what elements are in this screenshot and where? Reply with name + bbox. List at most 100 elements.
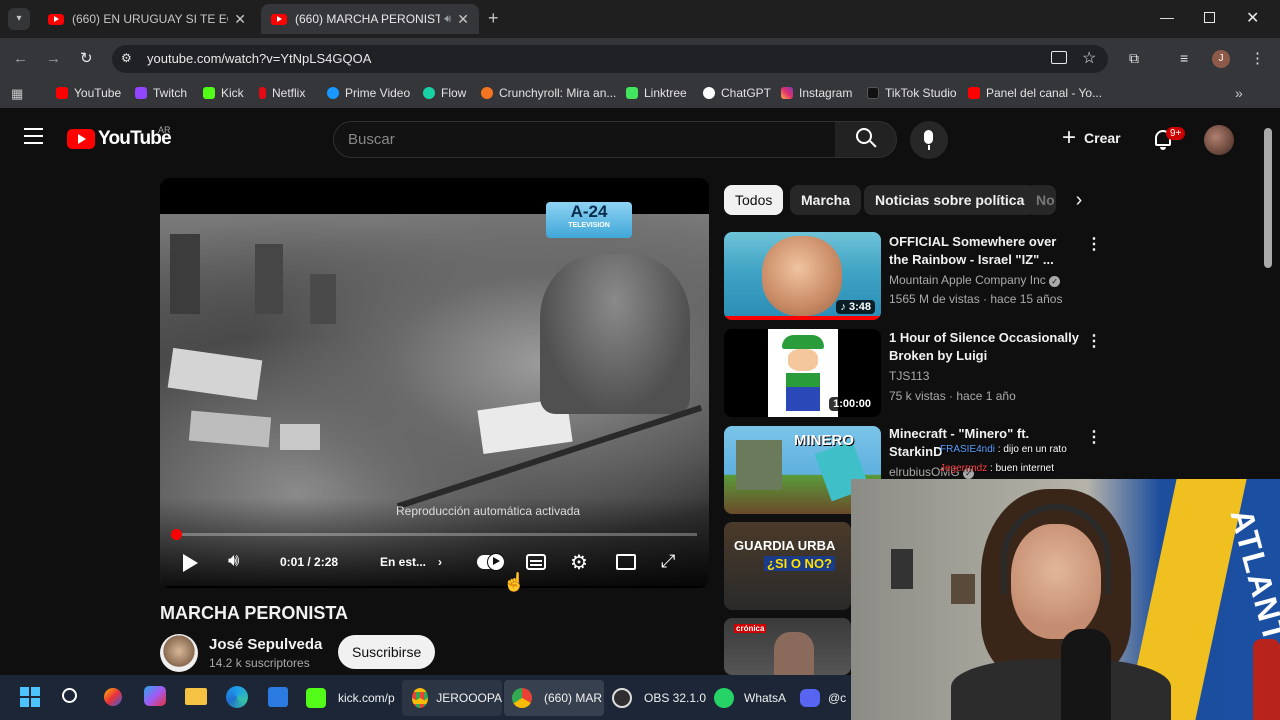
restore-icon[interactable] (1204, 12, 1215, 23)
thumb-figure (768, 329, 838, 417)
taskbar-obs[interactable]: OBS 32.1.0 (612, 686, 706, 710)
channel-avatar[interactable] (160, 634, 198, 672)
bookmark-prime-video[interactable]: Prime Video (327, 86, 410, 100)
bookmark-kick[interactable]: Kick (203, 86, 244, 100)
store-icon[interactable] (268, 687, 288, 707)
browser-tab-2[interactable]: (660) MARCHA PERONISTA 🔊︎ ✕ (261, 4, 479, 34)
search-input[interactable] (333, 121, 836, 158)
volume-icon[interactable]: 🔊︎ (228, 550, 239, 571)
fullscreen-icon[interactable]: ⤢ (661, 551, 675, 572)
chapter-button[interactable]: En est... › (380, 555, 442, 569)
mouse-cursor-icon: ☝ (503, 572, 526, 592)
bookmark-netflix[interactable]: Netflix (259, 86, 305, 100)
linktree-icon (626, 87, 638, 99)
thumb-figure (774, 632, 814, 675)
taskbar-search-icon[interactable] (62, 688, 77, 703)
url-text[interactable]: youtube.com/watch?v=YtNpLS4GQOA (147, 51, 371, 66)
chatgpt-icon (703, 87, 715, 99)
person-silhouette (540, 254, 690, 414)
close-tab-icon[interactable]: ✕ (457, 11, 469, 28)
extensions-icon[interactable]: ⧉ (1129, 50, 1139, 67)
subscribe-button[interactable]: Suscribirse (338, 635, 436, 669)
crowd-banner (167, 347, 263, 401)
crowd-banner (188, 410, 272, 448)
recommendation-title[interactable]: 1 Hour of Silence Occasionally Broken by… (889, 329, 1079, 365)
taskbar-chrome-2[interactable]: (660) MAR (504, 680, 604, 716)
create-button[interactable]: + Crear (1062, 126, 1121, 150)
bookmark-tiktok-studio[interactable]: TikTok Studio (867, 86, 957, 100)
chip-todos[interactable]: Todos (724, 185, 784, 215)
audio-playing-icon[interactable]: 🔊︎ (444, 13, 451, 26)
bookmark-star-icon[interactable]: ☆ (1082, 48, 1096, 68)
bookmark-panel-canal[interactable]: Panel del canal - Yo... (968, 86, 1102, 100)
edge-icon[interactable] (226, 686, 248, 708)
page-scrollbar[interactable] (1264, 128, 1272, 268)
bookmark-instagram[interactable]: Instagram (781, 86, 852, 100)
bookmark-youtube[interactable]: YouTube (56, 86, 121, 100)
video-player[interactable]: A-24 TELEVISION Reproducción automática … (160, 178, 709, 588)
chip-marcha[interactable]: Marcha (790, 185, 862, 215)
more-actions-icon[interactable]: ⋮ (1086, 234, 1102, 254)
close-tab-icon[interactable]: ✕ (234, 11, 246, 28)
apps-grid-icon[interactable]: ▦ (11, 86, 23, 102)
recommendation-title[interactable]: OFFICIAL Somewhere over the Rainbow - Is… (889, 233, 1079, 269)
create-label: Crear (1084, 130, 1121, 146)
microsoft365-icon[interactable] (144, 686, 166, 706)
progress-scrubber[interactable] (171, 529, 182, 540)
media-controls-icon[interactable]: ≡ (1180, 50, 1188, 66)
chips-next-icon[interactable]: › (1066, 186, 1092, 214)
recommendation-thumbnail[interactable]: crónica (724, 618, 851, 675)
microphone (1061, 629, 1111, 720)
bookmark-linktree[interactable]: Linktree (626, 86, 687, 100)
recommendation-channel[interactable]: Mountain Apple Company Inc ✓ (889, 273, 1061, 287)
site-info-icon[interactable]: ⚙ (121, 51, 132, 65)
file-explorer-icon[interactable] (185, 688, 207, 705)
bookmark-flow[interactable]: Flow (423, 86, 466, 100)
settings-gear-icon[interactable]: ⚙ (570, 550, 588, 575)
thumb-character (736, 440, 782, 490)
taskbar-discord[interactable]: @c (800, 686, 846, 710)
windows-start-icon[interactable] (20, 687, 40, 707)
install-app-icon[interactable] (1051, 51, 1067, 64)
chip-noticias[interactable]: Noticias sobre política (864, 185, 1036, 215)
recommendation-title[interactable]: Minecraft - "Minero" ft. StarkinD (889, 425, 1079, 461)
recommendation-thumbnail[interactable]: ♪ 3:48 (724, 232, 881, 320)
browser-menu-icon[interactable]: ⋮ (1250, 49, 1265, 67)
chip-more[interactable]: No (1026, 185, 1056, 215)
theater-mode-icon[interactable] (616, 554, 636, 570)
bookmark-chatgpt[interactable]: ChatGPT (703, 86, 771, 100)
twitch-icon (135, 87, 147, 99)
close-window-icon[interactable]: ✕ (1246, 8, 1259, 28)
youtube-logo[interactable]: YouTube (67, 128, 172, 150)
taskbar-kick[interactable]: kick.com/p (306, 686, 395, 710)
channel-name[interactable]: José Sepulveda (209, 636, 322, 653)
crowd-banner (280, 424, 320, 450)
bookmark-twitch[interactable]: Twitch (135, 86, 187, 100)
browser-tab-1[interactable]: (660) EN URUGUAY SI TE EQUIV ✕ (38, 4, 256, 34)
profile-avatar[interactable]: J (1212, 50, 1230, 68)
menu-icon[interactable] (24, 128, 43, 144)
recommendation-thumbnail[interactable]: GUARDIA URBA ¿SI O NO? (724, 522, 851, 610)
autoplay-toggle[interactable] (477, 553, 505, 571)
back-icon[interactable]: ← (13, 50, 28, 67)
more-actions-icon[interactable]: ⋮ (1086, 331, 1102, 351)
forward-icon[interactable]: → (46, 50, 61, 67)
new-tab-button[interactable]: + (488, 8, 499, 29)
recommendation-channel[interactable]: TJS113 (889, 369, 929, 383)
subtitles-icon[interactable] (526, 554, 546, 570)
whatsapp-icon (714, 688, 734, 708)
progress-track[interactable] (172, 533, 697, 536)
play-button[interactable] (183, 554, 198, 572)
taskbar-chrome-1[interactable]: JEROOOPA (402, 680, 502, 716)
more-bookmarks-icon[interactable]: » (1235, 85, 1243, 101)
account-avatar[interactable] (1204, 125, 1234, 155)
taskbar-whatsapp[interactable]: WhatsA (714, 686, 786, 710)
voice-search-button[interactable] (910, 121, 948, 159)
bookmark-crunchyroll[interactable]: Crunchyroll: Mira an... (481, 86, 616, 100)
minimize-icon[interactable]: — (1160, 9, 1174, 25)
copilot-icon[interactable] (104, 688, 122, 706)
tab-search-button[interactable]: ▾ (8, 8, 30, 30)
recommendation-thumbnail[interactable]: 1:00:00 (724, 329, 881, 417)
reload-icon[interactable]: ↻ (80, 49, 93, 67)
more-actions-icon[interactable]: ⋮ (1086, 427, 1102, 447)
